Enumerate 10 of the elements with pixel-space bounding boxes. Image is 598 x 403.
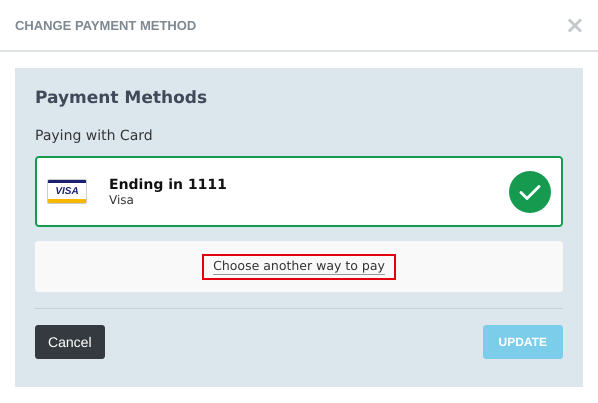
card-brand: Visa: [109, 192, 135, 206]
cancel-button[interactable]: Cancel: [35, 325, 105, 359]
payment-card-option[interactable]: VISA Ending in 1111 Visa: [35, 156, 563, 227]
card-title: Ending in 1111: [109, 176, 228, 192]
card-logo: VISA: [47, 179, 87, 204]
section-heading: Payment Methods: [35, 88, 208, 108]
checkmark-icon: [509, 170, 551, 212]
choose-payment-link[interactable]: Choose another way to pay: [202, 254, 396, 280]
section-subheading: Paying with Card: [35, 128, 154, 144]
dialog-title: CHANGE PAYMENT METHOD: [15, 18, 196, 32]
